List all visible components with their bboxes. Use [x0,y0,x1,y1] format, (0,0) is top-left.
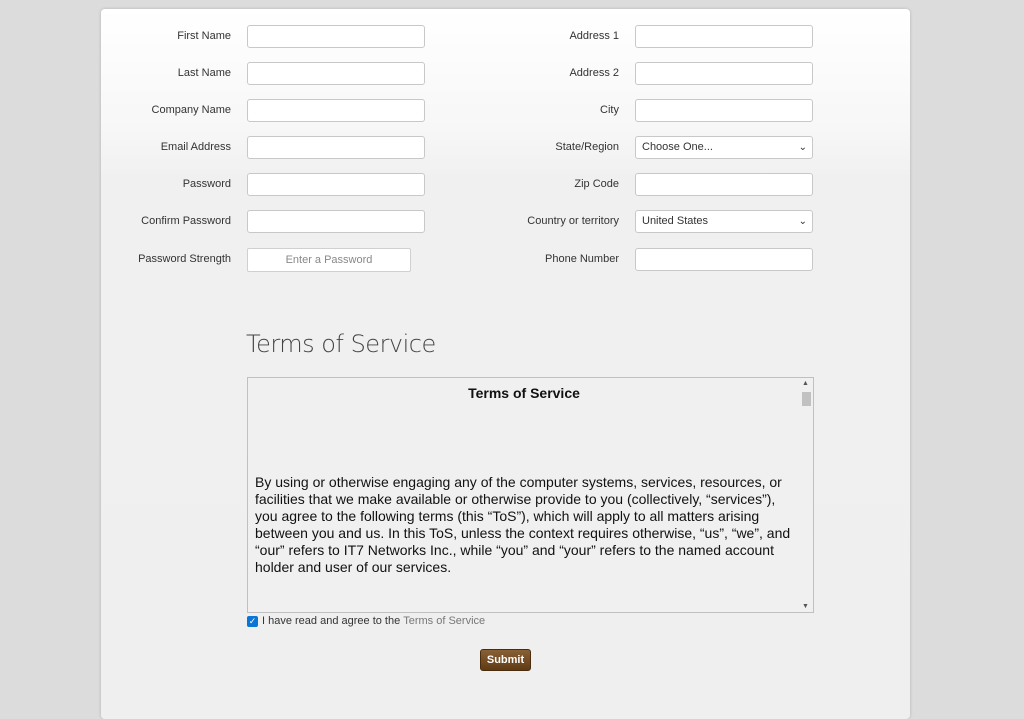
scroll-up-icon[interactable]: ▲ [802,380,809,387]
city-input[interactable] [635,99,813,122]
first-name-label: First Name [177,30,231,42]
registration-form: First Name Last Name Company Name Email … [101,9,910,719]
password-label: Password [182,178,231,190]
state-region-selected: Choose One... [642,141,713,153]
zip-code-input[interactable] [635,173,813,196]
state-region-select[interactable]: Choose One... ⌄ [635,136,813,159]
country-select[interactable]: United States ⌄ [635,210,813,233]
password-strength-meter: Enter a Password [247,248,411,272]
scroll-down-icon[interactable]: ▼ [802,603,809,610]
company-name-input[interactable] [247,99,425,122]
tos-scrollbar[interactable]: ▲ ▼ [799,378,813,612]
tos-body-text: By using or otherwise engaging any of th… [255,474,791,575]
email-address-label: Email Address [160,141,231,153]
tos-heading: Terms of Service [246,330,436,358]
email-address-input[interactable] [247,136,425,159]
password-input[interactable] [247,173,425,196]
password-strength-label: Password Strength [138,253,231,265]
country-label: Country or territory [527,215,619,227]
phone-number-label: Phone Number [545,253,619,265]
confirm-password-label: Confirm Password [141,215,231,227]
agree-checkbox[interactable]: ✓ [247,615,258,627]
tos-box-title: Terms of Service [468,385,580,401]
confirm-password-input[interactable] [247,210,425,233]
phone-number-input[interactable] [635,248,813,271]
address1-label: Address 1 [569,30,619,42]
city-label: City [600,104,619,116]
submit-button[interactable]: Submit [480,649,531,671]
company-name-label: Company Name [151,104,231,116]
scroll-thumb[interactable] [802,392,811,406]
address2-label: Address 2 [569,67,619,79]
chevron-down-icon: ⌄ [798,142,807,153]
address2-input[interactable] [635,62,813,85]
agree-row: ✓ I have read and agree to the Terms of … [247,615,485,627]
agree-text: I have read and agree to the [262,615,401,627]
address1-input[interactable] [635,25,813,48]
last-name-input[interactable] [247,62,425,85]
zip-code-label: Zip Code [574,178,619,190]
country-selected: United States [642,215,709,227]
state-region-label: State/Region [555,141,619,153]
tos-link[interactable]: Terms of Service [403,615,485,627]
tos-scroll-box[interactable]: Terms of Service By using or otherwise e… [247,377,814,613]
last-name-label: Last Name [177,67,231,79]
first-name-input[interactable] [247,25,425,48]
chevron-down-icon: ⌄ [798,216,807,227]
